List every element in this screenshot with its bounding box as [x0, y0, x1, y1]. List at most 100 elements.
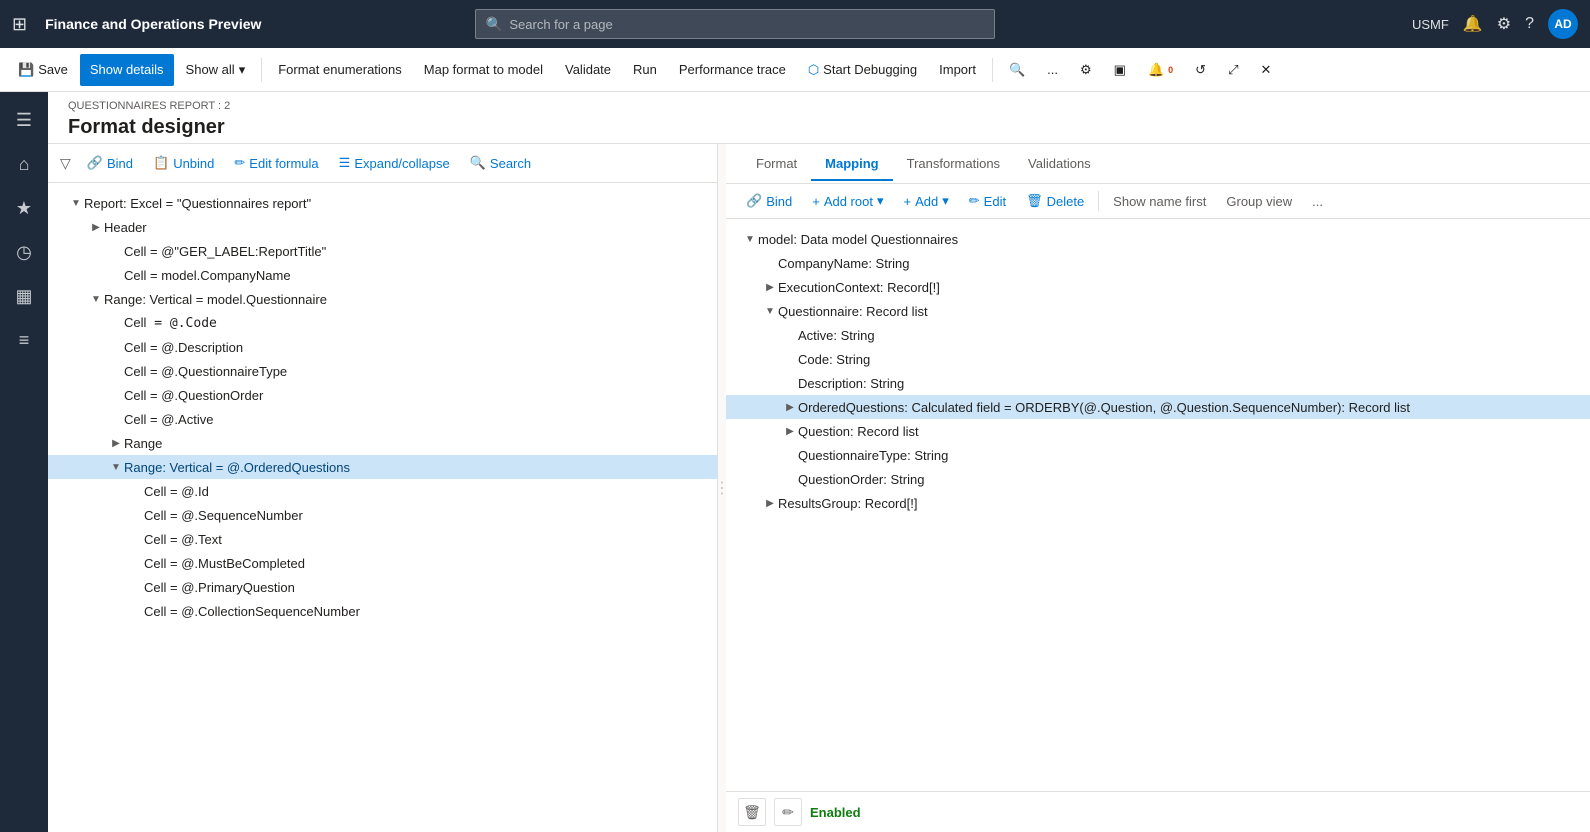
tree-toggle[interactable]: [108, 387, 124, 403]
right-tree-toggle[interactable]: [782, 351, 798, 367]
tree-toggle[interactable]: [108, 315, 124, 331]
right-tree-toggle[interactable]: ▶: [762, 279, 778, 295]
right-tree-toggle[interactable]: ▶: [762, 495, 778, 511]
right-tree-toggle[interactable]: [782, 327, 798, 343]
tree-toggle[interactable]: ▼: [108, 459, 124, 475]
import-button[interactable]: Import: [929, 54, 986, 86]
resize-handle[interactable]: [718, 144, 726, 832]
sidebar-item-home[interactable]: ⌂: [4, 144, 44, 184]
settings-button[interactable]: ⚙: [1070, 54, 1102, 86]
tree-toggle[interactable]: [128, 579, 144, 595]
tree-item[interactable]: Cell = @"GER_LABEL:ReportTitle": [48, 239, 717, 263]
tree-item[interactable]: Cell = @.Id: [48, 479, 717, 503]
tree-toggle[interactable]: [128, 603, 144, 619]
edit-formula-button[interactable]: ✏ Edit formula: [226, 152, 326, 174]
notification-icon[interactable]: 🔔: [1463, 14, 1483, 34]
tree-item[interactable]: Cell = @.Description: [48, 335, 717, 359]
right-tree-item[interactable]: QuestionnaireType: String: [726, 443, 1590, 467]
right-tree-item[interactable]: ▶ ExecutionContext: Record[!]: [726, 275, 1590, 299]
performance-trace-button[interactable]: Performance trace: [669, 54, 796, 86]
tree-toggle[interactable]: [108, 243, 124, 259]
sidebar-item-recent[interactable]: ◷: [4, 232, 44, 272]
right-tree-item[interactable]: Description: String: [726, 371, 1590, 395]
right-tree-toggle[interactable]: ▼: [762, 303, 778, 319]
right-tree-toggle[interactable]: [782, 375, 798, 391]
tree-toggle[interactable]: [108, 267, 124, 283]
tree-item[interactable]: Cell = @.PrimaryQuestion: [48, 575, 717, 599]
tree-item[interactable]: Cell = @.CollectionSequenceNumber: [48, 599, 717, 623]
add-button-right[interactable]: + Add ▾: [896, 190, 957, 212]
right-tree-item[interactable]: ▶ ResultsGroup: Record[!]: [726, 491, 1590, 515]
close-button[interactable]: ✕: [1250, 54, 1281, 86]
waffle-icon[interactable]: ⊞: [12, 14, 27, 35]
settings-icon[interactable]: ⚙: [1497, 14, 1511, 34]
tree-toggle[interactable]: [108, 363, 124, 379]
tab-validations[interactable]: Validations: [1014, 148, 1105, 181]
right-tree-item[interactable]: Code: String: [726, 347, 1590, 371]
right-tree-toggle[interactable]: [782, 471, 798, 487]
validate-button[interactable]: Validate: [555, 54, 621, 86]
start-debugging-button[interactable]: ⬡ Start Debugging: [798, 54, 927, 86]
tree-item[interactable]: Cell = @.Active: [48, 407, 717, 431]
tree-item[interactable]: Cell = @.Text: [48, 527, 717, 551]
save-button[interactable]: 💾 Save: [8, 54, 78, 86]
show-all-button[interactable]: Show all ▾: [176, 54, 256, 86]
right-tree-item[interactable]: Active: String: [726, 323, 1590, 347]
right-tree-item[interactable]: CompanyName: String: [726, 251, 1590, 275]
sidebar-item-menu[interactable]: ☰: [4, 100, 44, 140]
more-options-button[interactable]: ...: [1037, 54, 1068, 86]
format-enumerations-button[interactable]: Format enumerations: [268, 54, 412, 86]
right-tree-toggle[interactable]: ▶: [782, 423, 798, 439]
tree-item[interactable]: ▶ Range: [48, 431, 717, 455]
sidebar-item-favorites[interactable]: ★: [4, 188, 44, 228]
bind-button-left[interactable]: 🔗 Bind: [79, 152, 141, 174]
tree-item[interactable]: Cell = model.CompanyName: [48, 263, 717, 287]
tree-toggle[interactable]: ▼: [68, 195, 84, 211]
run-button[interactable]: Run: [623, 54, 667, 86]
left-tree[interactable]: ▼ Report: Excel = "Questionnaires report…: [48, 183, 717, 832]
right-tree-item[interactable]: QuestionOrder: String: [726, 467, 1590, 491]
add-root-button[interactable]: + Add root ▾: [804, 190, 891, 212]
footer-delete-button[interactable]: 🗑: [738, 798, 766, 826]
right-tree-item[interactable]: ▼ model: Data model Questionnaires: [726, 227, 1590, 251]
tree-item[interactable]: Cell = @.MustBeCompleted: [48, 551, 717, 575]
tree-item[interactable]: Cell = @.SequenceNumber: [48, 503, 717, 527]
top-search[interactable]: 🔍 Search for a page: [475, 9, 995, 39]
tree-item[interactable]: Cell = @.QuestionnaireType: [48, 359, 717, 383]
tree-toggle[interactable]: ▼: [88, 291, 104, 307]
tree-toggle[interactable]: [128, 507, 144, 523]
tree-toggle[interactable]: ▶: [108, 435, 124, 451]
sidebar-item-modules[interactable]: ≡: [4, 320, 44, 360]
delete-button-right[interactable]: 🗑 Delete: [1018, 190, 1092, 212]
right-tree[interactable]: ▼ model: Data model Questionnaires Compa…: [726, 219, 1590, 791]
map-format-to-model-button[interactable]: Map format to model: [414, 54, 553, 86]
right-tree-toggle[interactable]: ▶: [782, 399, 798, 415]
expand-button[interactable]: ⤢: [1218, 54, 1248, 86]
tree-item[interactable]: ▶ Header: [48, 215, 717, 239]
right-tree-item[interactable]: ▼ Questionnaire: Record list: [726, 299, 1590, 323]
tree-toggle[interactable]: [128, 531, 144, 547]
refresh-button[interactable]: ↺: [1185, 54, 1216, 86]
tree-item[interactable]: ▼ Report: Excel = "Questionnaires report…: [48, 191, 717, 215]
tab-mapping[interactable]: Mapping: [811, 148, 892, 181]
edit-button-right[interactable]: ✏ Edit: [961, 190, 1014, 212]
tab-transformations[interactable]: Transformations: [893, 148, 1014, 181]
tree-toggle[interactable]: [128, 483, 144, 499]
tree-item[interactable]: Cell = @.Code: [48, 311, 717, 335]
show-name-first-button[interactable]: Show name first: [1105, 191, 1214, 212]
tree-item[interactable]: ▼ Range: Vertical = model.Questionnaire: [48, 287, 717, 311]
tree-item[interactable]: ▼ Range: Vertical = @.OrderedQuestions: [48, 455, 717, 479]
right-tree-item[interactable]: ▶ OrderedQuestions: Calculated field = O…: [726, 395, 1590, 419]
bind-button-right[interactable]: 🔗 Bind: [738, 190, 800, 212]
tree-toggle[interactable]: ▶: [88, 219, 104, 235]
tree-toggle[interactable]: [108, 411, 124, 427]
right-tree-toggle[interactable]: [762, 255, 778, 271]
notification-badge-button[interactable]: 🔔0: [1138, 54, 1183, 86]
tree-item[interactable]: Cell = @.QuestionOrder: [48, 383, 717, 407]
footer-edit-button[interactable]: ✏: [774, 798, 802, 826]
tab-format[interactable]: Format: [742, 148, 811, 181]
search-toolbar-button[interactable]: 🔍: [999, 54, 1035, 86]
right-tree-toggle[interactable]: ▼: [742, 231, 758, 247]
tree-toggle[interactable]: [128, 555, 144, 571]
expand-collapse-button[interactable]: ☰ Expand/collapse: [331, 152, 458, 174]
